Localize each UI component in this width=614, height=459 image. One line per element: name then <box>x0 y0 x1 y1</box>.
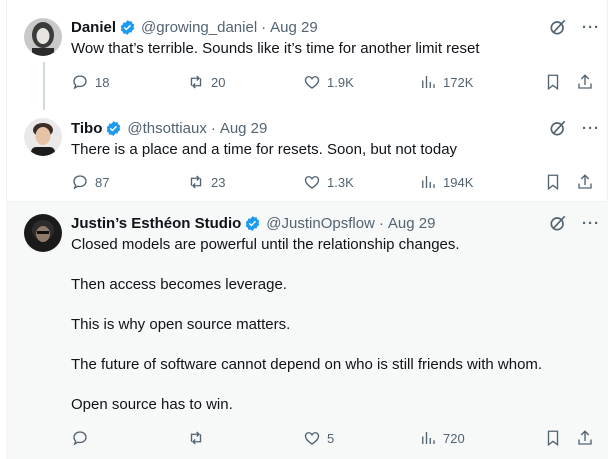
post-tibo[interactable]: Tibo @thsottiaux · Aug 29 ··· There is a… <box>6 104 608 202</box>
repost-icon <box>190 75 202 89</box>
post-daniel[interactable]: Daniel @growing_daniel · Aug 29 ··· Wow … <box>6 0 608 110</box>
post-paragraph: The future of software cannot depend on … <box>71 356 543 373</box>
bookmark-icon[interactable] <box>544 73 562 91</box>
views-count: 720 <box>443 430 465 446</box>
author-handle[interactable]: @growing_daniel <box>141 19 257 36</box>
like-icon <box>304 432 320 445</box>
like-count: 1.9K <box>327 74 354 90</box>
author-name[interactable]: Tibo <box>71 120 102 137</box>
more-icon[interactable]: ··· <box>582 215 600 232</box>
post-text: Wow that’s terrible. Sounds like it’s ti… <box>71 39 588 59</box>
views-count: 172K <box>443 74 474 90</box>
post-header: Tibo @thsottiaux · Aug 29 ··· <box>71 118 600 138</box>
grok-icon[interactable] <box>548 118 568 138</box>
like-button[interactable]: 1.9K <box>303 73 419 91</box>
thread-connector-line <box>43 62 45 110</box>
post-paragraph: Then access becomes leverage. <box>71 276 287 293</box>
reply-icon <box>73 175 87 190</box>
repost-button[interactable]: 20 <box>187 73 303 91</box>
reply-count: 18 <box>95 74 110 90</box>
like-count: 1.3K <box>327 174 354 190</box>
separator-dot: · <box>378 214 384 232</box>
views-icon <box>422 432 435 444</box>
bookmark-icon[interactable] <box>544 429 562 447</box>
avatar[interactable] <box>24 214 62 252</box>
views-button[interactable]: 172K <box>419 73 535 91</box>
reply-icon <box>73 431 87 446</box>
verified-badge-icon <box>105 120 122 137</box>
more-icon[interactable]: ··· <box>582 19 600 36</box>
repost-count: 20 <box>211 74 226 90</box>
post-actions: 87 23 1.3K 194K <box>71 172 594 192</box>
verified-badge-icon <box>119 19 136 36</box>
share-icon[interactable] <box>576 73 594 91</box>
avatar[interactable] <box>24 118 62 156</box>
repost-icon <box>190 175 202 189</box>
post-text: There is a place and a time for resets. … <box>71 140 588 160</box>
views-icon <box>422 176 435 188</box>
post-date[interactable]: Aug 29 <box>270 19 318 36</box>
post-text-line: Wow that’s terrible. Sounds like it’s ti… <box>71 40 480 57</box>
avatar[interactable] <box>24 18 62 56</box>
like-count: 5 <box>327 430 335 446</box>
post-date[interactable]: Aug 29 <box>388 215 436 232</box>
grok-icon[interactable] <box>548 213 568 233</box>
post-justin[interactable]: Justin’s Esthéon Studio @JustinOpsflow ·… <box>6 202 608 459</box>
views-count: 194K <box>443 174 474 190</box>
grok-icon[interactable] <box>548 17 568 37</box>
bookmark-icon[interactable] <box>544 173 562 191</box>
post-header: Justin’s Esthéon Studio @JustinOpsflow ·… <box>71 213 600 233</box>
more-icon[interactable]: ··· <box>582 120 600 137</box>
views-icon <box>422 76 435 88</box>
author-name[interactable]: Daniel <box>71 19 116 36</box>
share-icon[interactable] <box>576 173 594 191</box>
post-actions: 18 20 1.9K 172K <box>71 72 594 92</box>
separator-dot: · <box>261 18 267 36</box>
post-paragraph: This is why open source matters. <box>71 316 291 333</box>
reply-button[interactable] <box>71 429 187 447</box>
separator-dot: · <box>210 119 216 137</box>
post-date[interactable]: Aug 29 <box>220 120 268 137</box>
post-paragraph: Open source has to win. <box>71 396 233 413</box>
post-text: Closed models are powerful until the rel… <box>71 235 588 435</box>
reply-button[interactable]: 18 <box>71 73 187 91</box>
like-icon <box>304 176 320 189</box>
post-actions: 5 720 <box>71 428 594 448</box>
views-button[interactable]: 720 <box>419 429 535 447</box>
like-button[interactable]: 1.3K <box>303 173 419 191</box>
author-handle[interactable]: @thsottiaux <box>127 120 206 137</box>
repost-icon <box>190 431 202 445</box>
author-name[interactable]: Justin’s Esthéon Studio <box>71 215 241 232</box>
reply-icon <box>73 75 87 90</box>
repost-button[interactable]: 23 <box>187 173 303 191</box>
like-button[interactable]: 5 <box>303 429 419 447</box>
repost-count: 23 <box>211 174 226 190</box>
reply-button[interactable]: 87 <box>71 173 187 191</box>
post-paragraph: Closed models are powerful until the rel… <box>71 236 460 253</box>
author-handle[interactable]: @JustinOpsflow <box>266 215 375 232</box>
like-icon <box>304 76 320 89</box>
verified-badge-icon <box>244 215 261 232</box>
post-text-line: There is a place and a time for resets. … <box>71 141 458 158</box>
views-button[interactable]: 194K <box>419 173 535 191</box>
reply-count: 87 <box>95 174 110 190</box>
post-header: Daniel @growing_daniel · Aug 29 ··· <box>71 17 600 37</box>
repost-button[interactable] <box>187 429 303 447</box>
share-icon[interactable] <box>576 429 594 447</box>
